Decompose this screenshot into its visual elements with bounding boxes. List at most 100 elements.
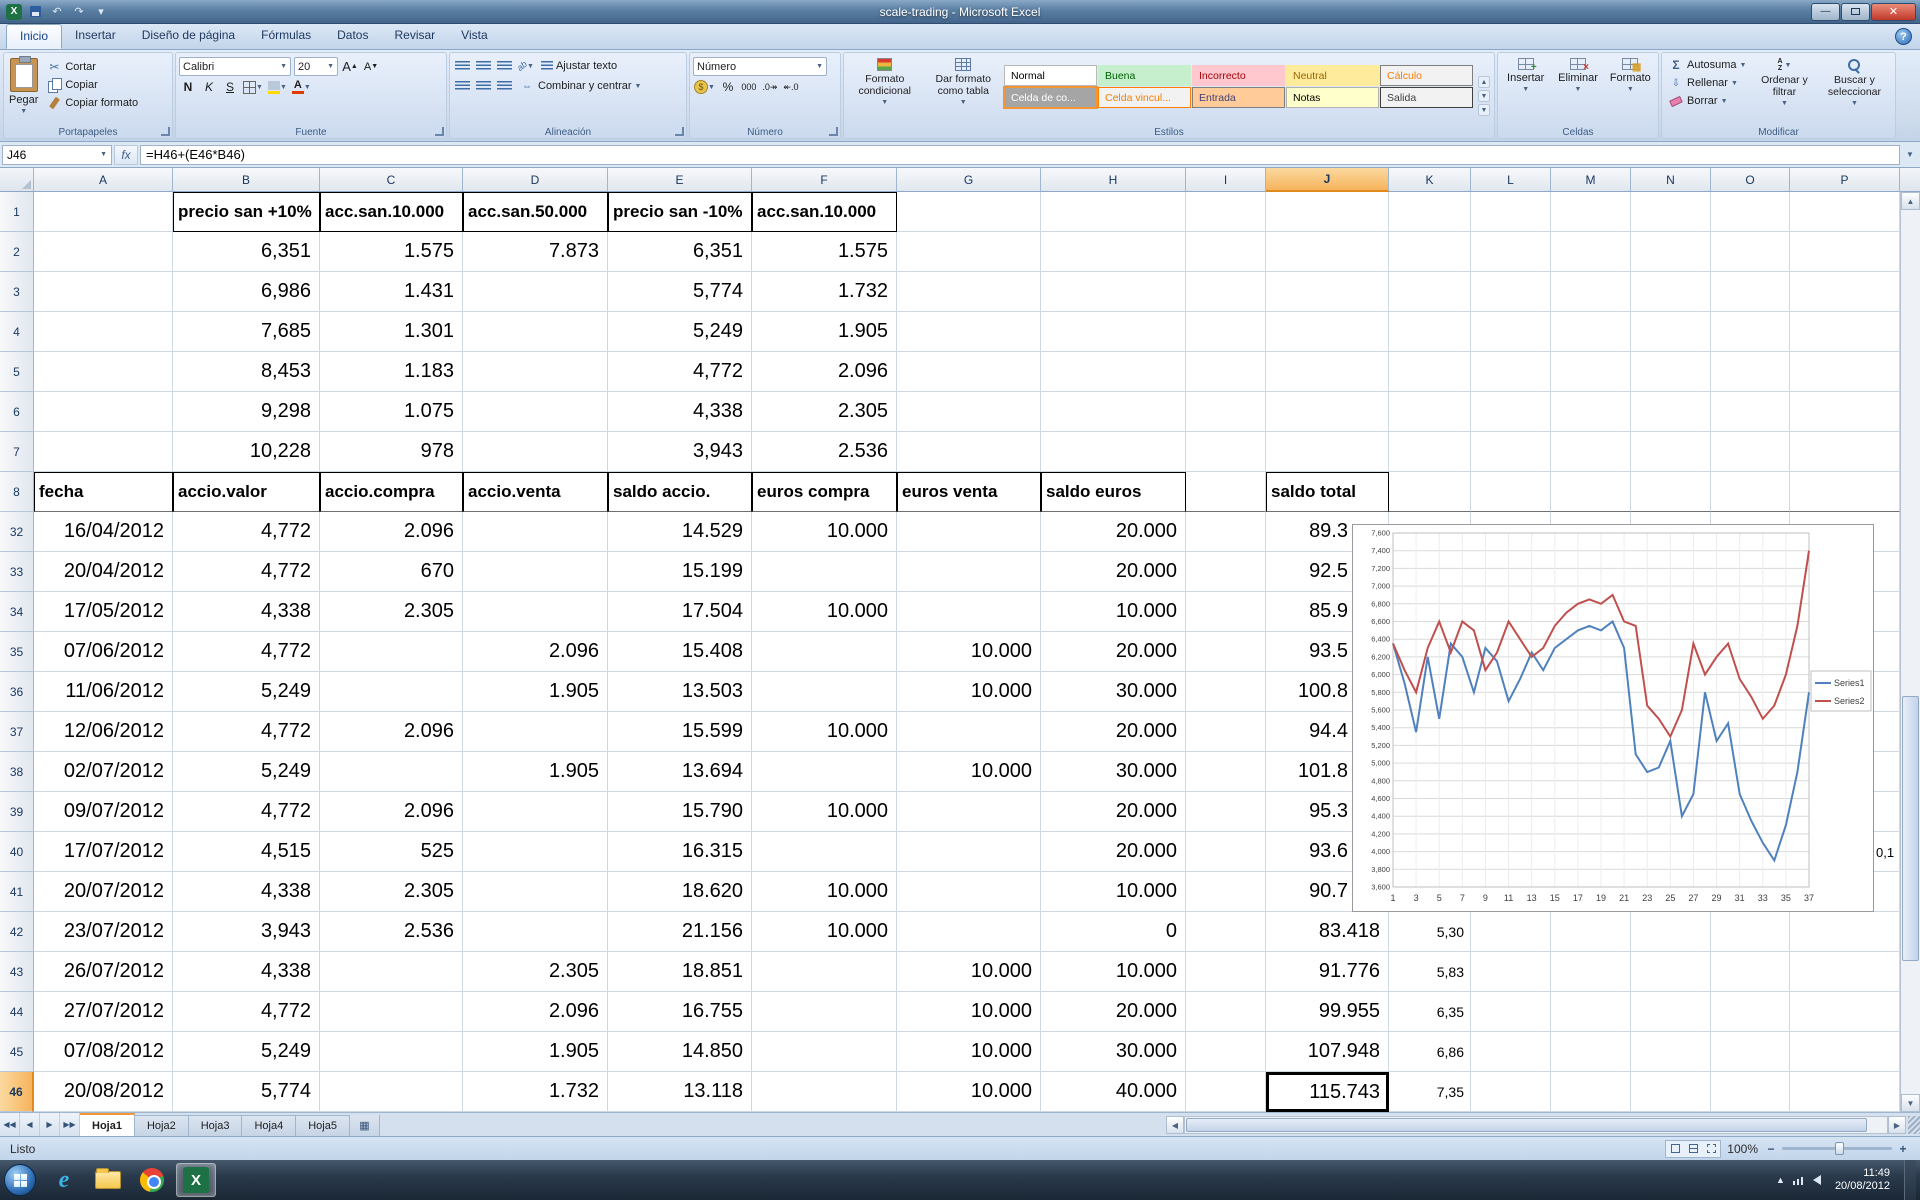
sheet-tab-hoja3[interactable]: Hoja3 xyxy=(189,1115,243,1136)
cell-D34[interactable] xyxy=(463,592,608,632)
cell-K2[interactable] xyxy=(1389,232,1471,272)
number-dialog-launcher[interactable] xyxy=(829,127,838,136)
cell-N44[interactable] xyxy=(1631,992,1711,1032)
cell-F43[interactable] xyxy=(752,952,897,992)
cell-L42[interactable] xyxy=(1471,912,1551,952)
row-header-5[interactable]: 5 xyxy=(0,352,34,392)
cell-I46[interactable] xyxy=(1186,1072,1266,1112)
menu-tab-fórmulas[interactable]: Fórmulas xyxy=(248,24,324,49)
cell-E7[interactable]: 3,943 xyxy=(608,432,752,472)
row-header-38[interactable]: 38 xyxy=(0,752,34,792)
scroll-right-button[interactable]: ▶ xyxy=(1888,1116,1906,1134)
menu-tab-insertar[interactable]: Insertar xyxy=(62,24,129,49)
delete-cells-button[interactable]: × Eliminar ▼ xyxy=(1553,55,1602,127)
cell-F7[interactable]: 2.536 xyxy=(752,432,897,472)
insert-cells-button[interactable]: + Insertar ▼ xyxy=(1501,55,1550,127)
cell-H35[interactable]: 20.000 xyxy=(1041,632,1186,672)
cell-L45[interactable] xyxy=(1471,1032,1551,1072)
cell-A32[interactable]: 16/04/2012 xyxy=(34,512,173,552)
redo-button[interactable]: ↷ xyxy=(70,4,88,20)
row-header-8[interactable]: 8 xyxy=(0,472,34,512)
cell-I40[interactable] xyxy=(1186,832,1266,872)
cell-O4[interactable] xyxy=(1711,312,1790,352)
cell-A8[interactable]: fecha xyxy=(34,472,173,512)
font-family-combo[interactable]: Calibri▼ xyxy=(179,57,291,76)
row-header-1[interactable]: 1 xyxy=(0,192,34,232)
zoom-track[interactable] xyxy=(1782,1147,1892,1150)
cell-J6[interactable] xyxy=(1266,392,1389,432)
cell-J2[interactable] xyxy=(1266,232,1389,272)
cell-G46[interactable]: 10.000 xyxy=(897,1072,1041,1112)
cell-E4[interactable]: 5,249 xyxy=(608,312,752,352)
cell-M2[interactable] xyxy=(1551,232,1631,272)
cell-K7[interactable] xyxy=(1389,432,1471,472)
cell-I34[interactable] xyxy=(1186,592,1266,632)
cell-A44[interactable]: 27/07/2012 xyxy=(34,992,173,1032)
page-break-view-button[interactable] xyxy=(1702,1141,1720,1157)
cell-M7[interactable] xyxy=(1551,432,1631,472)
cell-K44[interactable]: 6,35 xyxy=(1389,992,1471,1032)
cell-I2[interactable] xyxy=(1186,232,1266,272)
cell-G6[interactable] xyxy=(897,392,1041,432)
cell-B1[interactable]: precio san +10% xyxy=(173,192,320,232)
cell-J8[interactable]: saldo total xyxy=(1266,472,1389,512)
cell-A4[interactable] xyxy=(34,312,173,352)
cell-D1[interactable]: acc.san.50.000 xyxy=(463,192,608,232)
vertical-scroll-track[interactable] xyxy=(1901,210,1920,1094)
cell-D33[interactable] xyxy=(463,552,608,592)
row-header-46[interactable]: 46 xyxy=(0,1072,34,1112)
paste-button[interactable]: Pegar ▼ xyxy=(7,55,40,127)
bold-button[interactable]: N xyxy=(179,78,197,96)
cell-F5[interactable]: 2.096 xyxy=(752,352,897,392)
cell-C41[interactable]: 2.305 xyxy=(320,872,463,912)
cell-N5[interactable] xyxy=(1631,352,1711,392)
italic-button[interactable]: K xyxy=(200,78,218,96)
cell-B2[interactable]: 6,351 xyxy=(173,232,320,272)
cell-H7[interactable] xyxy=(1041,432,1186,472)
cell-E32[interactable]: 14.529 xyxy=(608,512,752,552)
cell-H43[interactable]: 10.000 xyxy=(1041,952,1186,992)
cell-C38[interactable] xyxy=(320,752,463,792)
first-sheet-button[interactable]: ◀◀ xyxy=(0,1113,20,1136)
cell-B38[interactable]: 5,249 xyxy=(173,752,320,792)
cell-H1[interactable] xyxy=(1041,192,1186,232)
cell-N4[interactable] xyxy=(1631,312,1711,352)
orientation-button[interactable]: ab▼ xyxy=(516,57,535,75)
cell-F8[interactable]: euros compra xyxy=(752,472,897,512)
cell-L4[interactable] xyxy=(1471,312,1551,352)
cell-C2[interactable]: 1.575 xyxy=(320,232,463,272)
cell-J46[interactable]: 115.743 xyxy=(1266,1072,1389,1112)
name-box[interactable]: J46▼ xyxy=(2,145,112,165)
cell-H3[interactable] xyxy=(1041,272,1186,312)
cell-E3[interactable]: 5,774 xyxy=(608,272,752,312)
cell-P5[interactable] xyxy=(1790,352,1900,392)
cell-C45[interactable] xyxy=(320,1032,463,1072)
cell-L46[interactable] xyxy=(1471,1072,1551,1112)
cell-O8[interactable] xyxy=(1711,472,1790,512)
sheet-tab-hoja1[interactable]: Hoja1 xyxy=(80,1113,135,1136)
cell-H38[interactable]: 30.000 xyxy=(1041,752,1186,792)
menu-tab-datos[interactable]: Datos xyxy=(324,24,381,49)
cell-G5[interactable] xyxy=(897,352,1041,392)
cell-N1[interactable] xyxy=(1631,192,1711,232)
number-format-combo[interactable]: Número▼ xyxy=(693,57,827,76)
cell-M46[interactable] xyxy=(1551,1072,1631,1112)
cell-H2[interactable] xyxy=(1041,232,1186,272)
menu-tab-revisar[interactable]: Revisar xyxy=(381,24,448,49)
resize-gripper[interactable] xyxy=(1908,1116,1920,1134)
cell-H37[interactable]: 20.000 xyxy=(1041,712,1186,752)
taskbar-explorer-button[interactable] xyxy=(88,1163,128,1197)
cell-C4[interactable]: 1.301 xyxy=(320,312,463,352)
taskbar-chrome-button[interactable] xyxy=(132,1163,172,1197)
cell-P1[interactable] xyxy=(1790,192,1900,232)
cell-M3[interactable] xyxy=(1551,272,1631,312)
row-header-39[interactable]: 39 xyxy=(0,792,34,832)
cell-P43[interactable] xyxy=(1790,952,1900,992)
cell-H33[interactable]: 20.000 xyxy=(1041,552,1186,592)
column-header-I[interactable]: I xyxy=(1186,168,1266,192)
cell-G2[interactable] xyxy=(897,232,1041,272)
cell-H42[interactable]: 0 xyxy=(1041,912,1186,952)
cell-I32[interactable] xyxy=(1186,512,1266,552)
column-header-B[interactable]: B xyxy=(173,168,320,192)
cell-D40[interactable] xyxy=(463,832,608,872)
